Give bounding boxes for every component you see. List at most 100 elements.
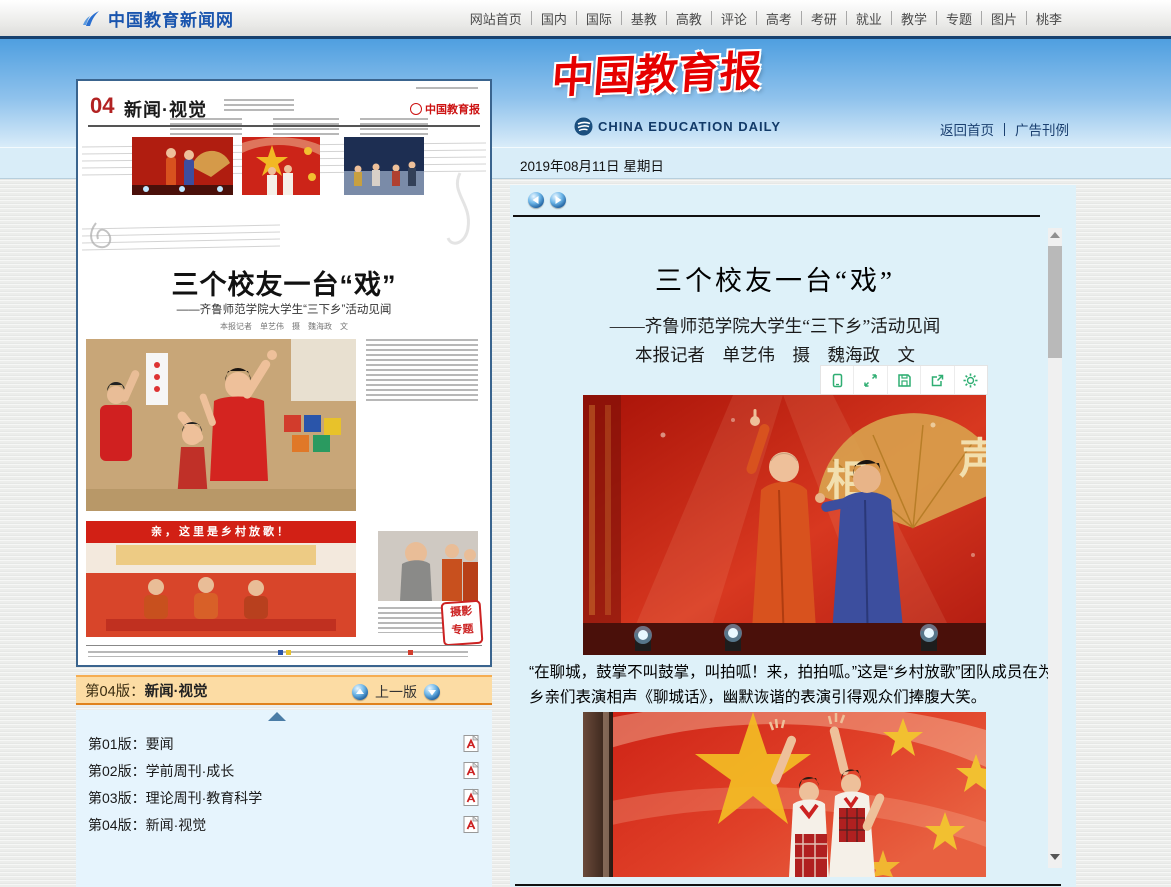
nav-item-pictures[interactable]: 图片: [982, 9, 1026, 28]
article-top-rule: [513, 215, 1040, 217]
thumb-photo-man-gray: [378, 531, 478, 601]
fullscreen-button[interactable]: [853, 366, 886, 394]
site-logo-text: 中国教育新闻网: [108, 6, 234, 31]
article-scrollbar[interactable]: [1048, 228, 1062, 868]
ced-logo-icon: [574, 117, 593, 136]
swoosh-icon: [80, 8, 102, 30]
save-icon: [896, 372, 913, 389]
micro-text: [360, 118, 428, 135]
site-logo[interactable]: 中国教育新闻网: [80, 6, 234, 31]
color-mark: [286, 650, 291, 655]
nav-item-special[interactable]: 专题: [937, 9, 981, 28]
thumb-masthead-text: 中国教育报: [425, 101, 480, 117]
settings-icon: [962, 372, 979, 389]
nav-item-taoli[interactable]: 桃李: [1027, 9, 1071, 28]
nav-item-higher-edu[interactable]: 高教: [667, 9, 711, 28]
thumb-page-number: 04: [90, 93, 114, 119]
scrollbar-down-arrow[interactable]: [1050, 854, 1060, 860]
thumb-photo-banner: 亲，这里是乡村放歌！: [86, 521, 356, 543]
edition-prefix: 第04版：: [85, 684, 145, 700]
next-edition-button[interactable]: [424, 684, 440, 700]
ad-rates-link[interactable]: 广告刊例: [1015, 119, 1069, 139]
nav-item-teaching[interactable]: 教学: [892, 9, 936, 28]
article-byline: 本报记者 单艺伟 摄 魏海政 文: [510, 342, 1040, 367]
page-list-item-04[interactable]: 第04版：新闻·视觉: [76, 811, 492, 838]
nav-item-international[interactable]: 国际: [577, 9, 621, 28]
stamp-line-2: 专题: [444, 620, 481, 640]
nav-item-domestic[interactable]: 国内: [532, 9, 576, 28]
page-list-item-03[interactable]: 第03版：理论周刊·教育科学: [76, 784, 492, 811]
nav-item-gaokao[interactable]: 高考: [757, 9, 801, 28]
micro-text: [273, 118, 339, 135]
photo-special-stamp: 摄影 专题: [441, 600, 484, 647]
page-list-label: 第02版：学前周刊·成长: [88, 761, 463, 781]
page: 中国教育新闻网 网站首页 国内 国际 基教 高教 评论 高考 考研 就业 教学 …: [0, 0, 1171, 887]
masthead-en-text: CHINA EDUCATION DAILY: [598, 119, 781, 134]
settings-button[interactable]: [954, 366, 987, 394]
pdf-icon[interactable]: [463, 788, 480, 807]
newspaper-page-thumbnail[interactable]: 04 新闻·视觉 中国教育报: [76, 79, 492, 667]
issue-date: 2019年08月11日 星期日: [520, 155, 664, 175]
thumb-byline: 本报记者 单艺伟 摄 魏海政 文: [78, 321, 490, 332]
masthead-mini-icon: [410, 103, 422, 115]
prev-edition-link[interactable]: 上一版: [375, 682, 417, 702]
nav-item-basic-edu[interactable]: 基教: [622, 9, 666, 28]
scrollbar-thumb[interactable]: [1048, 246, 1062, 358]
article-photo-crosstalk: 相 声: [583, 395, 986, 655]
page-list-item-02[interactable]: 第02版：学前周刊·成长: [76, 757, 492, 784]
article-nav-buttons: [528, 192, 566, 208]
thumb-photo-sitting-crowd: [86, 543, 356, 637]
fullscreen-icon: [862, 372, 879, 389]
nav-item-kaoyan[interactable]: 考研: [802, 9, 846, 28]
nav-item-commentary[interactable]: 评论: [712, 9, 756, 28]
scrollbar-up-arrow[interactable]: [1050, 232, 1060, 238]
pdf-icon[interactable]: [463, 734, 480, 753]
overlay-char-sheng: 声: [959, 435, 986, 482]
thumb-main-photo-classroom: [86, 339, 356, 511]
prev-edition-button[interactable]: [352, 684, 368, 700]
thumb-masthead: 中国教育报: [410, 101, 480, 117]
pdf-icon[interactable]: [463, 761, 480, 780]
crosstalk-photo-graphic: 相 声: [583, 395, 986, 655]
up-arrow-icon: [355, 687, 365, 697]
save-button[interactable]: [887, 366, 920, 394]
edition-page-list: 第01版：要闻 第02版：学前周刊·成长 第03版：理论周刊·教: [76, 710, 492, 887]
back-home-link[interactable]: 返回首页: [940, 119, 994, 139]
current-edition-label: 第04版：新闻·视觉: [85, 680, 207, 701]
nav-item-home[interactable]: 网站首页: [461, 9, 531, 28]
image-toolbar: [820, 365, 988, 395]
page-list-label: 第03版：理论周刊·教育科学: [88, 788, 463, 808]
current-edition-bar: 第04版：新闻·视觉 上一版: [76, 675, 492, 705]
micro-text: [416, 87, 478, 92]
flag-dance-photo-graphic: [583, 712, 986, 877]
article-subtitle: ——齐鲁师范学院大学生“三下乡”活动见闻: [510, 313, 1040, 338]
down-arrow-icon: [427, 687, 437, 697]
mini-photo-flag-dance: [242, 137, 320, 195]
page-list-label: 第01版：要闻: [88, 734, 463, 754]
thumb-footer-rule: [86, 645, 482, 646]
micro-text: [224, 99, 294, 113]
article-title: 三个校友一台“戏”: [510, 259, 1040, 298]
photo-caption: “在聊城，鼓掌不叫鼓掌，叫拍呱！来，拍拍呱。”这是“乡村放歌”团队成员在为乡亲们…: [529, 660, 1066, 710]
next-article-button[interactable]: [550, 192, 566, 208]
micro-text: [170, 118, 242, 135]
mini-photo-crosstalk: [132, 137, 233, 195]
share-button[interactable]: [920, 366, 953, 394]
page-list-scroll-up[interactable]: [268, 712, 286, 721]
page-list-item-01[interactable]: 第01版：要闻: [76, 730, 492, 757]
newspaper-masthead: 中国教育报: [550, 37, 764, 106]
pdf-icon[interactable]: [463, 815, 480, 834]
mini-photo-evening-dance: [344, 137, 424, 195]
edition-controls: 上一版: [352, 682, 440, 702]
nav-item-employment[interactable]: 就业: [847, 9, 891, 28]
color-mark: [278, 650, 283, 655]
prev-article-button[interactable]: [528, 192, 544, 208]
micro-text: [366, 339, 478, 403]
article-photo-flag-dance: [583, 712, 986, 877]
article-bottom-rule: [515, 884, 1061, 886]
newspaper-masthead-en: CHINA EDUCATION DAILY: [574, 117, 781, 136]
edition-section: 新闻·视觉: [145, 684, 208, 700]
color-mark: [408, 650, 413, 655]
rotate-device-button[interactable]: [821, 366, 853, 394]
rotate-device-icon: [829, 372, 846, 389]
